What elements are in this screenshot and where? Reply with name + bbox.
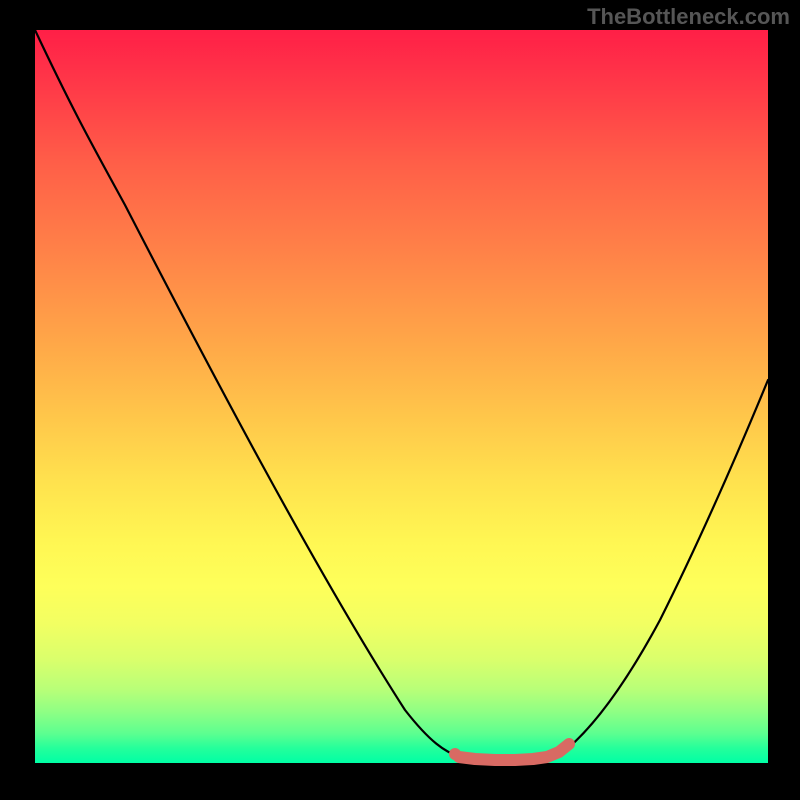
curve-svg — [35, 30, 768, 763]
chart-container: TheBottleneck.com — [0, 0, 800, 800]
watermark-text: TheBottleneck.com — [587, 4, 790, 30]
bottleneck-curve — [35, 30, 768, 760]
plot-area — [35, 30, 768, 763]
marker-region-line — [459, 744, 569, 760]
